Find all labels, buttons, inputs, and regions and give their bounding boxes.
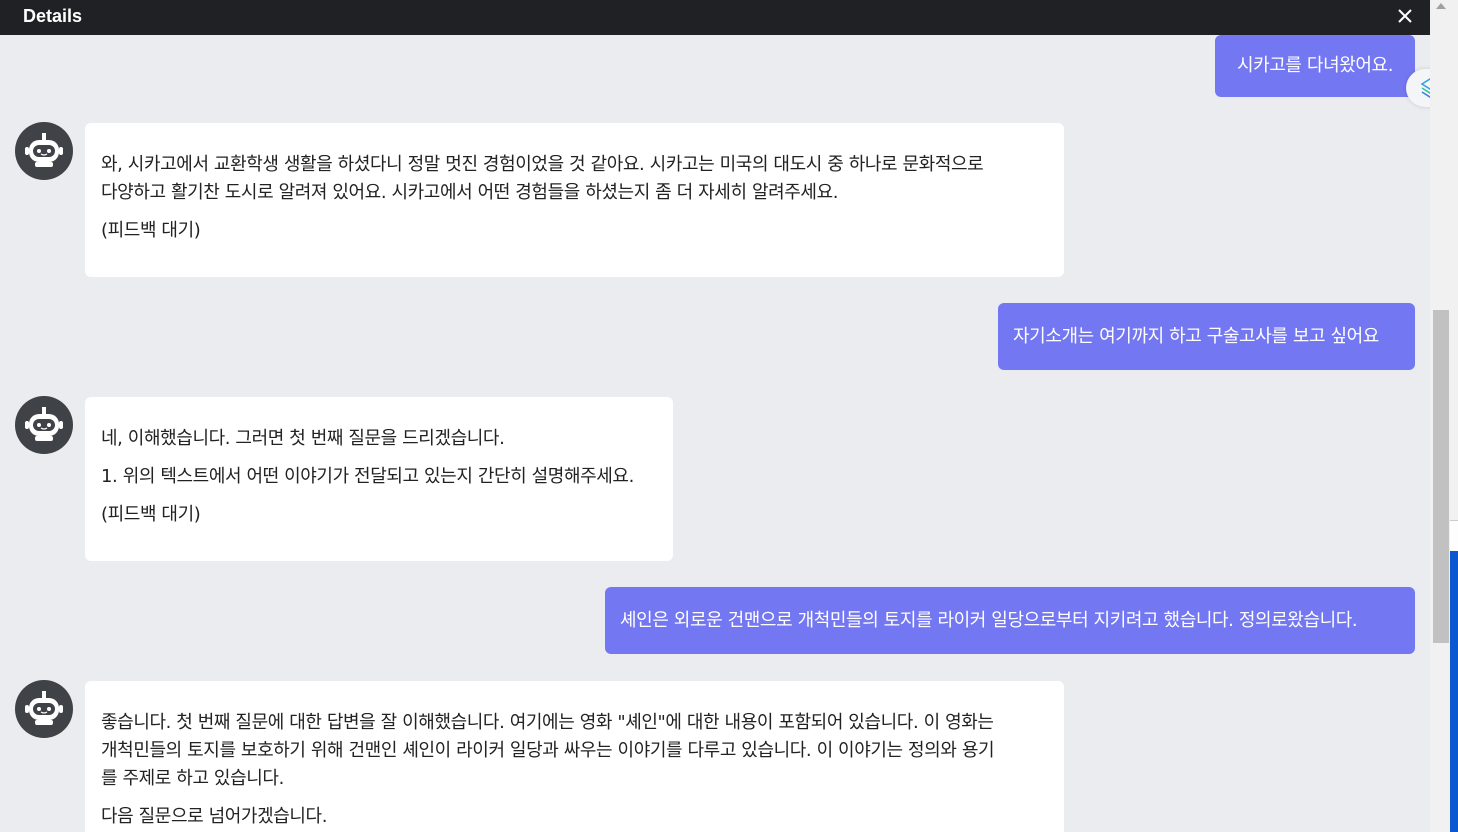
details-header: Details (0, 0, 1430, 35)
bot-message-line: 다양하고 활기찬 도시로 알려져 있어요. 시카고에서 어떤 경험들을 하셨는지… (101, 182, 839, 203)
chat-area: 시카고를 다녀왔어요. 와, 시카고에서 교환학생 생활을 하셨다니 정말 멋진… (0, 35, 1430, 832)
bot-message-line: 좋습니다. 첫 번째 질문에 대한 답변을 잘 이해했습니다. 여기에는 영화 … (101, 712, 994, 733)
bot-message-line: (피드백 대기) (101, 220, 201, 241)
background-window-edge (1450, 520, 1458, 832)
scrollbar-thumb[interactable] (1433, 310, 1449, 643)
user-message-text: 셰인은 외로운 건맨으로 개척민들의 토지를 라이커 일당으로부터 지키려고 했… (620, 609, 1358, 631)
user-message: 자기소개는 여기까지 하고 구술고사를 보고 싶어요 (998, 303, 1415, 370)
background-window-edge-light (1450, 520, 1458, 551)
scroll-up-arrow-icon[interactable] (1436, 3, 1446, 9)
user-message: 시카고를 다녀왔어요. (1215, 35, 1415, 97)
bot-message: 와, 시카고에서 교환학생 생활을 하셨다니 정말 멋진 경험이었을 것 같아요… (85, 123, 1064, 277)
bot-message-line: 를 주제로 하고 있습니다. (101, 768, 284, 789)
robot-avatar-icon (15, 396, 73, 454)
close-icon[interactable] (1394, 5, 1416, 27)
bot-message-line: (피드백 대기) (101, 504, 201, 525)
robot-avatar-icon (15, 680, 73, 738)
user-message: 셰인은 외로운 건맨으로 개척민들의 토지를 라이커 일당으로부터 지키려고 했… (605, 587, 1415, 654)
bot-message-line: 다음 질문으로 넘어가겠습니다. (101, 806, 328, 827)
user-message-text: 시카고를 다녀왔어요. (1236, 55, 1394, 76)
bot-message: 네, 이해했습니다. 그러면 첫 번째 질문을 드리겠습니다. 1. 위의 텍스… (85, 397, 673, 561)
header-title: Details (23, 6, 83, 26)
bot-message-line: 와, 시카고에서 교환학생 생활을 하셨다니 정말 멋진 경험이었을 것 같아요… (101, 154, 984, 175)
bot-message: 좋습니다. 첫 번째 질문에 대한 답변을 잘 이해했습니다. 여기에는 영화 … (85, 681, 1064, 832)
bot-message-line: 네, 이해했습니다. 그러면 첫 번째 질문을 드리겠습니다. (101, 428, 505, 449)
robot-avatar-icon (15, 122, 73, 180)
bot-message-line: 개척민들의 토지를 보호하기 위해 건맨인 셰인이 라이커 일당과 싸우는 이야… (101, 740, 995, 761)
bot-message-line: 1. 위의 텍스트에서 어떤 이야기가 전달되고 있는지 간단히 설명해주세요. (101, 466, 634, 487)
user-message-text: 자기소개는 여기까지 하고 구술고사를 보고 싶어요 (1013, 325, 1379, 347)
